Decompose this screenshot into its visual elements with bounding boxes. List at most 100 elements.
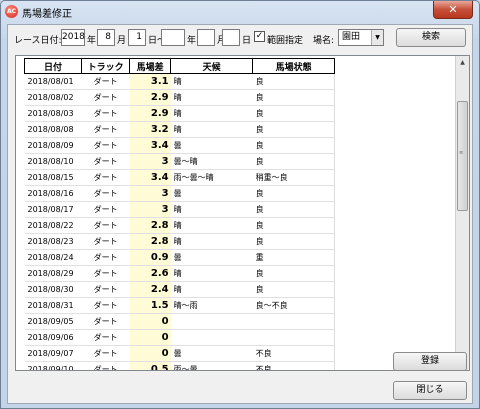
cell-condition[interactable]: 重 <box>252 249 336 266</box>
cell-weather[interactable]: 曇 <box>170 185 253 202</box>
table-row[interactable]: 2018/08/29 ダート 2.6 晴良 <box>24 265 336 282</box>
cell-date[interactable]: 2018/09/06 <box>24 329 82 346</box>
cell-weather[interactable]: 曇 <box>170 345 253 362</box>
cell-condition[interactable]: 良 <box>252 281 336 298</box>
cell-value[interactable]: 3.4 <box>129 169 171 186</box>
cell-track[interactable]: ダート <box>81 313 130 330</box>
cell-date[interactable]: 2018/08/29 <box>24 265 82 282</box>
cell-track[interactable]: ダート <box>81 201 130 218</box>
cell-date[interactable]: 2018/08/31 <box>24 297 82 314</box>
end-day-field[interactable] <box>222 29 240 46</box>
cell-weather[interactable]: 雨～曇～晴 <box>170 169 253 186</box>
table-row[interactable]: 2018/08/10 ダート 3 曇～晴良 <box>24 153 336 170</box>
cell-condition[interactable] <box>252 313 336 330</box>
cell-track[interactable]: ダート <box>81 233 130 250</box>
cell-condition[interactable]: 不良 <box>252 361 336 370</box>
cell-track[interactable]: ダート <box>81 329 130 346</box>
cell-track[interactable]: ダート <box>81 121 130 138</box>
range-checkbox[interactable]: ✓ <box>254 31 265 42</box>
table-row[interactable]: 2018/08/31 ダート 1.5 晴～雨 良～不良 <box>24 297 336 314</box>
cell-weather[interactable]: 曇 <box>170 137 253 154</box>
cell-track[interactable]: ダート <box>81 281 130 298</box>
cell-date[interactable]: 2018/08/22 <box>24 217 82 234</box>
cell-weather[interactable] <box>170 329 253 346</box>
cell-condition[interactable]: 良 <box>252 73 336 90</box>
register-button[interactable]: 登録 <box>393 352 467 371</box>
cell-weather[interactable]: 晴 <box>170 121 253 138</box>
cell-track[interactable]: ダート <box>81 153 130 170</box>
table-row[interactable]: 2018/08/16 ダート 3 曇良 <box>24 185 336 202</box>
table-row[interactable]: 2018/08/09 ダート 3.4 曇良 <box>24 137 336 154</box>
table-row[interactable]: 2018/09/07 ダート 0 曇不良 <box>24 345 336 362</box>
table-row[interactable]: 2018/09/05 ダート 0 <box>24 313 336 330</box>
cell-value[interactable]: 2.6 <box>129 265 171 282</box>
cell-weather[interactable]: 曇 <box>170 249 253 266</box>
cell-condition[interactable]: 良 <box>252 265 336 282</box>
cell-value[interactable]: 2.4 <box>129 281 171 298</box>
cell-track[interactable]: ダート <box>81 169 130 186</box>
cell-value[interactable]: 3 <box>129 185 171 202</box>
cell-value[interactable]: 2.9 <box>129 105 171 122</box>
cell-track[interactable]: ダート <box>81 73 130 90</box>
month-field[interactable]: 8 <box>97 29 115 46</box>
cell-date[interactable]: 2018/08/30 <box>24 281 82 298</box>
cell-condition[interactable]: 良 <box>252 233 336 250</box>
cell-track[interactable]: ダート <box>81 345 130 362</box>
table-row[interactable]: 2018/08/15 ダート 3.4 雨～曇～晴 稍重～良 <box>24 169 336 186</box>
table-row[interactable]: 2018/08/03 ダート 2.9 晴良 <box>24 105 336 122</box>
cell-date[interactable]: 2018/08/17 <box>24 201 82 218</box>
cell-value[interactable]: 3.1 <box>129 73 171 90</box>
cell-condition[interactable]: 良 <box>252 185 336 202</box>
cell-value[interactable]: 0 <box>129 345 171 362</box>
cell-date[interactable]: 2018/08/08 <box>24 121 82 138</box>
cell-value[interactable]: 1.5 <box>129 297 171 314</box>
table-row[interactable]: 2018/09/06 ダート 0 <box>24 329 336 346</box>
cell-weather[interactable]: 曇～晴 <box>170 153 253 170</box>
cell-condition[interactable]: 良～不良 <box>252 297 336 314</box>
column-header-track[interactable]: トラック <box>81 58 131 74</box>
cell-weather[interactable]: 晴 <box>170 105 253 122</box>
cell-track[interactable]: ダート <box>81 265 130 282</box>
cell-value[interactable]: 2.8 <box>129 233 171 250</box>
table-row[interactable]: 2018/08/01 ダート 3.1 晴良 <box>24 73 336 90</box>
venue-select[interactable]: 園田 ▼ <box>338 29 384 46</box>
column-header-value[interactable]: 馬場差 <box>129 58 172 74</box>
cell-value[interactable]: 0 <box>129 329 171 346</box>
cell-weather[interactable]: 晴～雨 <box>170 297 253 314</box>
cell-weather[interactable]: 晴 <box>170 73 253 90</box>
table-row[interactable]: 2018/08/08 ダート 3.2 晴良 <box>24 121 336 138</box>
cell-condition[interactable]: 良 <box>252 89 336 106</box>
cell-weather[interactable]: 晴 <box>170 233 253 250</box>
cell-value[interactable]: 3 <box>129 201 171 218</box>
cell-weather[interactable] <box>170 313 253 330</box>
cell-date[interactable]: 2018/08/16 <box>24 185 82 202</box>
cell-date[interactable]: 2018/08/01 <box>24 73 82 90</box>
cell-weather[interactable]: 晴 <box>170 89 253 106</box>
cell-date[interactable]: 2018/09/07 <box>24 345 82 362</box>
cell-value[interactable]: 3 <box>129 153 171 170</box>
table-row[interactable]: 2018/08/17 ダート 3 晴良 <box>24 201 336 218</box>
cell-track[interactable]: ダート <box>81 217 130 234</box>
scrollbar-thumb[interactable] <box>457 101 468 211</box>
year-field[interactable]: 2018 <box>61 29 85 46</box>
table-row[interactable]: 2018/08/30 ダート 2.4 晴良 <box>24 281 336 298</box>
column-header-condition[interactable]: 馬場状態 <box>252 58 336 74</box>
cell-weather[interactable]: 雨～曇 <box>170 361 253 370</box>
cell-date[interactable]: 2018/08/02 <box>24 89 82 106</box>
cell-date[interactable]: 2018/08/23 <box>24 233 82 250</box>
dropdown-arrow-icon[interactable]: ▼ <box>371 30 383 45</box>
cell-date[interactable]: 2018/08/09 <box>24 137 82 154</box>
cell-date[interactable]: 2018/08/03 <box>24 105 82 122</box>
cell-date[interactable]: 2018/08/24 <box>24 249 82 266</box>
cell-track[interactable]: ダート <box>81 297 130 314</box>
end-year-field[interactable] <box>161 29 185 46</box>
cell-weather[interactable]: 晴 <box>170 201 253 218</box>
close-window-button[interactable]: ✕ <box>433 1 473 19</box>
cell-track[interactable]: ダート <box>81 249 130 266</box>
cell-track[interactable]: ダート <box>81 137 130 154</box>
cell-track[interactable]: ダート <box>81 105 130 122</box>
cell-condition[interactable]: 稍重～良 <box>252 169 336 186</box>
column-header-weather[interactable]: 天候 <box>170 58 254 74</box>
day-field[interactable]: 1 <box>128 29 146 46</box>
cell-track[interactable]: ダート <box>81 89 130 106</box>
